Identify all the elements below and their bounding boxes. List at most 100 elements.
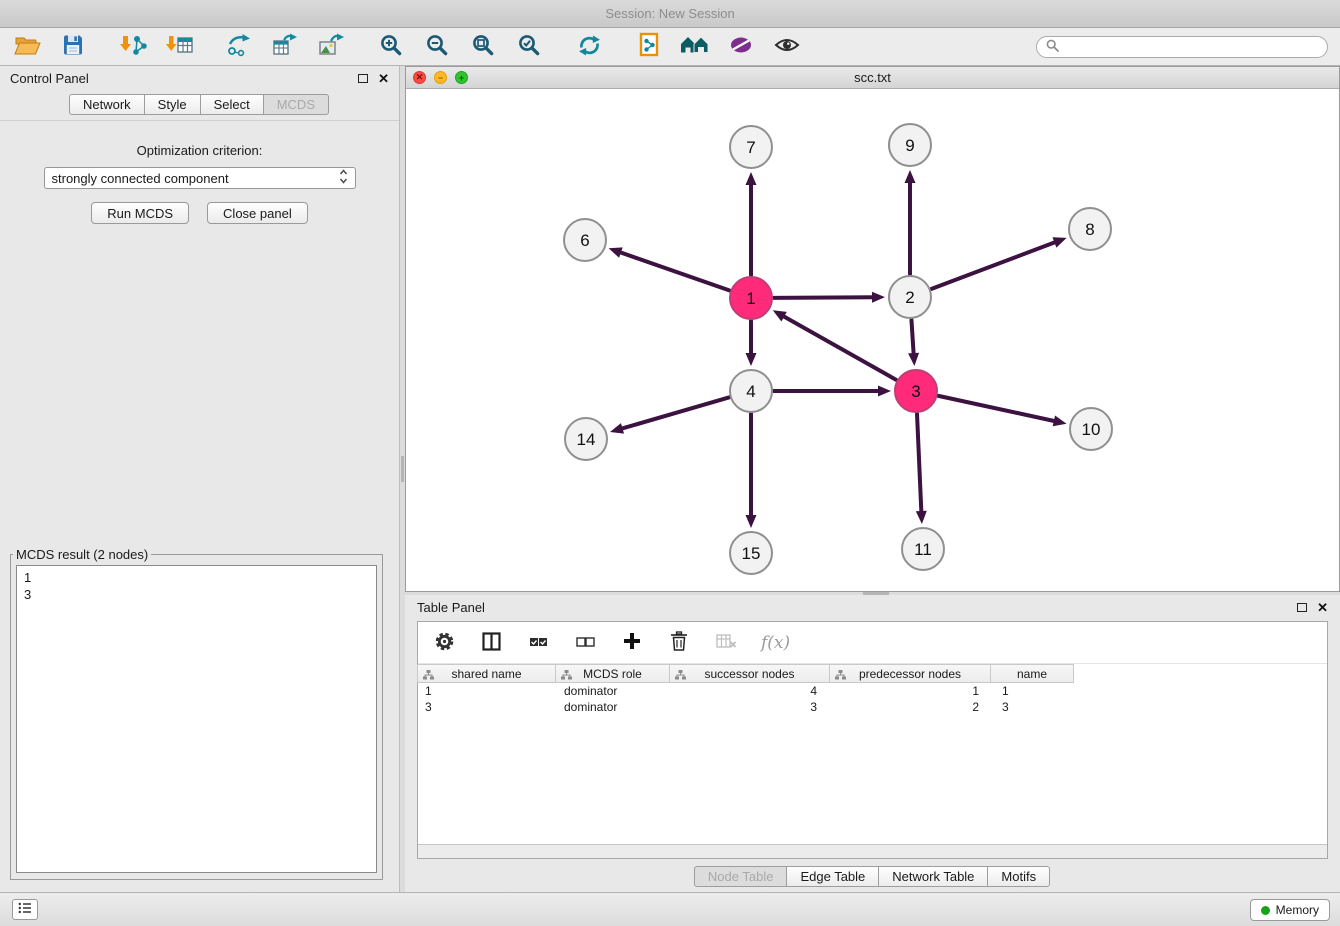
edge-arrowhead <box>746 353 757 366</box>
graph-edge-1-6[interactable] <box>619 252 729 291</box>
table-row[interactable]: 3 dominator 3 2 3 <box>418 699 1327 715</box>
control-panel-tabs: Network Style Select MCDS <box>0 94 399 115</box>
run-mcds-button[interactable]: Run MCDS <box>91 202 189 224</box>
close-panel-button[interactable]: Close panel <box>207 202 308 224</box>
tab-motifs[interactable]: Motifs <box>987 866 1050 887</box>
graph-node-4[interactable]: 4 <box>730 370 772 412</box>
window-minimize-icon[interactable] <box>434 71 447 84</box>
deselect-all-button[interactable] <box>573 631 597 655</box>
tab-style[interactable]: Style <box>144 94 201 115</box>
graph-node-1[interactable]: 1 <box>730 277 772 319</box>
open-session-button[interactable] <box>12 32 42 62</box>
graph-edge-3-10[interactable] <box>938 396 1055 421</box>
refresh-button[interactable] <box>574 32 604 62</box>
criterion-dropdown[interactable]: strongly connected component <box>44 167 356 189</box>
close-panel-icon[interactable]: ✕ <box>378 72 389 85</box>
document-network-icon <box>637 32 661 61</box>
graph-node-10[interactable]: 10 <box>1070 408 1112 450</box>
graph-edge-2-8[interactable] <box>932 242 1057 289</box>
tab-network-table[interactable]: Network Table <box>878 866 988 887</box>
column-header-successor-nodes[interactable]: successor nodes <box>669 664 830 683</box>
table-scrollbar-track[interactable] <box>418 844 1327 858</box>
table-settings-button[interactable] <box>432 631 456 655</box>
column-header-name[interactable]: name <box>990 664 1074 683</box>
export-network-icon <box>226 33 252 60</box>
close-table-panel-icon[interactable]: ✕ <box>1317 601 1328 614</box>
cell-name[interactable]: 1 <box>995 684 1079 698</box>
memory-button[interactable]: Memory <box>1250 899 1330 921</box>
search-input[interactable] <box>1065 39 1318 54</box>
graph-node-label: 6 <box>580 231 589 250</box>
graph-node-6[interactable]: 6 <box>564 219 606 261</box>
toolbar-search[interactable] <box>1036 36 1328 58</box>
graph-node-9[interactable]: 9 <box>889 124 931 166</box>
column-header-predecessor-nodes[interactable]: predecessor nodes <box>829 664 991 683</box>
zoom-out-button[interactable] <box>422 32 452 62</box>
column-header-shared-name[interactable]: shared name <box>417 664 556 683</box>
cell-successor-nodes[interactable]: 3 <box>672 700 833 714</box>
zoom-in-button[interactable] <box>376 32 406 62</box>
style-button[interactable] <box>726 32 756 62</box>
cell-shared-name[interactable]: 1 <box>418 684 557 698</box>
graph-edge-4-14[interactable] <box>621 397 729 429</box>
tab-node-table[interactable]: Node Table <box>694 866 788 887</box>
tab-edge-table[interactable]: Edge Table <box>786 866 879 887</box>
mcds-panel: Optimization criterion: strongly connect… <box>0 120 399 892</box>
graph-node-3[interactable]: 3 <box>895 370 937 412</box>
graph-node-2[interactable]: 2 <box>889 276 931 318</box>
home-button[interactable] <box>680 32 710 62</box>
cell-predecessor-nodes[interactable]: 2 <box>833 700 995 714</box>
export-table-icon <box>272 33 298 60</box>
delete-column-button[interactable] <box>667 631 691 655</box>
apply-layout-button[interactable] <box>634 32 664 62</box>
export-table-button[interactable] <box>270 32 300 62</box>
window-close-icon[interactable] <box>413 71 426 84</box>
graph-node-11[interactable]: 11 <box>902 528 944 570</box>
tab-network[interactable]: Network <box>69 94 145 115</box>
create-column-button[interactable] <box>620 631 644 655</box>
edge-arrowhead <box>746 515 757 528</box>
cell-mcds-role[interactable]: dominator <box>557 700 672 714</box>
eye-icon <box>774 35 800 58</box>
window-maximize-icon[interactable] <box>455 71 468 84</box>
graph-edge-3-11[interactable] <box>917 414 921 513</box>
task-history-button[interactable] <box>12 899 38 920</box>
graph-edge-1-2[interactable] <box>774 297 874 298</box>
float-table-panel-icon[interactable] <box>1297 603 1307 612</box>
graph-node-15[interactable]: 15 <box>730 532 772 574</box>
tab-mcds[interactable]: MCDS <box>263 94 329 115</box>
export-image-button[interactable] <box>316 32 346 62</box>
style-brush-icon <box>728 34 754 59</box>
zoom-selected-button[interactable] <box>514 32 544 62</box>
select-all-button[interactable] <box>526 631 550 655</box>
graph-node-8[interactable]: 8 <box>1069 208 1111 250</box>
graph-node-7[interactable]: 7 <box>730 126 772 168</box>
graph-node-label: 8 <box>1085 220 1094 239</box>
cell-predecessor-nodes[interactable]: 1 <box>833 684 995 698</box>
graph-edge-2-3[interactable] <box>911 320 913 355</box>
column-header-mcds-role[interactable]: MCDS role <box>555 664 670 683</box>
function-builder-button: f(x) <box>761 633 790 653</box>
export-image-icon <box>318 33 344 60</box>
save-session-button[interactable] <box>58 32 88 62</box>
main-toolbar <box>0 28 1340 66</box>
show-column-button[interactable] <box>479 631 503 655</box>
cell-successor-nodes[interactable]: 4 <box>672 684 833 698</box>
tab-select[interactable]: Select <box>200 94 264 115</box>
graph-edge-3-1[interactable] <box>782 316 896 380</box>
cell-mcds-role[interactable]: dominator <box>557 684 672 698</box>
cell-name[interactable]: 3 <box>995 700 1079 714</box>
table-row[interactable]: 1 dominator 4 1 1 <box>418 683 1327 699</box>
export-network-button[interactable] <box>224 32 254 62</box>
import-table-button[interactable] <box>164 32 194 62</box>
table-panel: Table Panel ✕ <box>405 595 1340 892</box>
column-type-icon <box>423 669 434 683</box>
zoom-fit-button[interactable] <box>468 32 498 62</box>
show-hide-button[interactable] <box>772 32 802 62</box>
import-network-button[interactable] <box>118 32 148 62</box>
network-graph[interactable]: 7 9 6 8 1 2 4 3 14 10 15 11 <box>406 89 1339 591</box>
checked-boxes-icon <box>529 634 548 652</box>
float-panel-icon[interactable] <box>358 74 368 83</box>
cell-shared-name[interactable]: 3 <box>418 700 557 714</box>
graph-node-14[interactable]: 14 <box>565 418 607 460</box>
